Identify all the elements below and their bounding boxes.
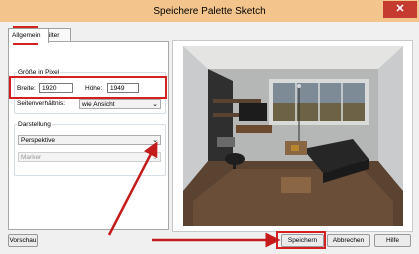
tab-allgemein[interactable]: Allgemein	[8, 28, 49, 43]
annotation-arrows	[107, 141, 281, 248]
save-palette-dialog: Speichere Palette Sketch ✕ Allgemein Fil…	[0, 0, 419, 254]
arrow-to-mode-select	[107, 141, 158, 236]
